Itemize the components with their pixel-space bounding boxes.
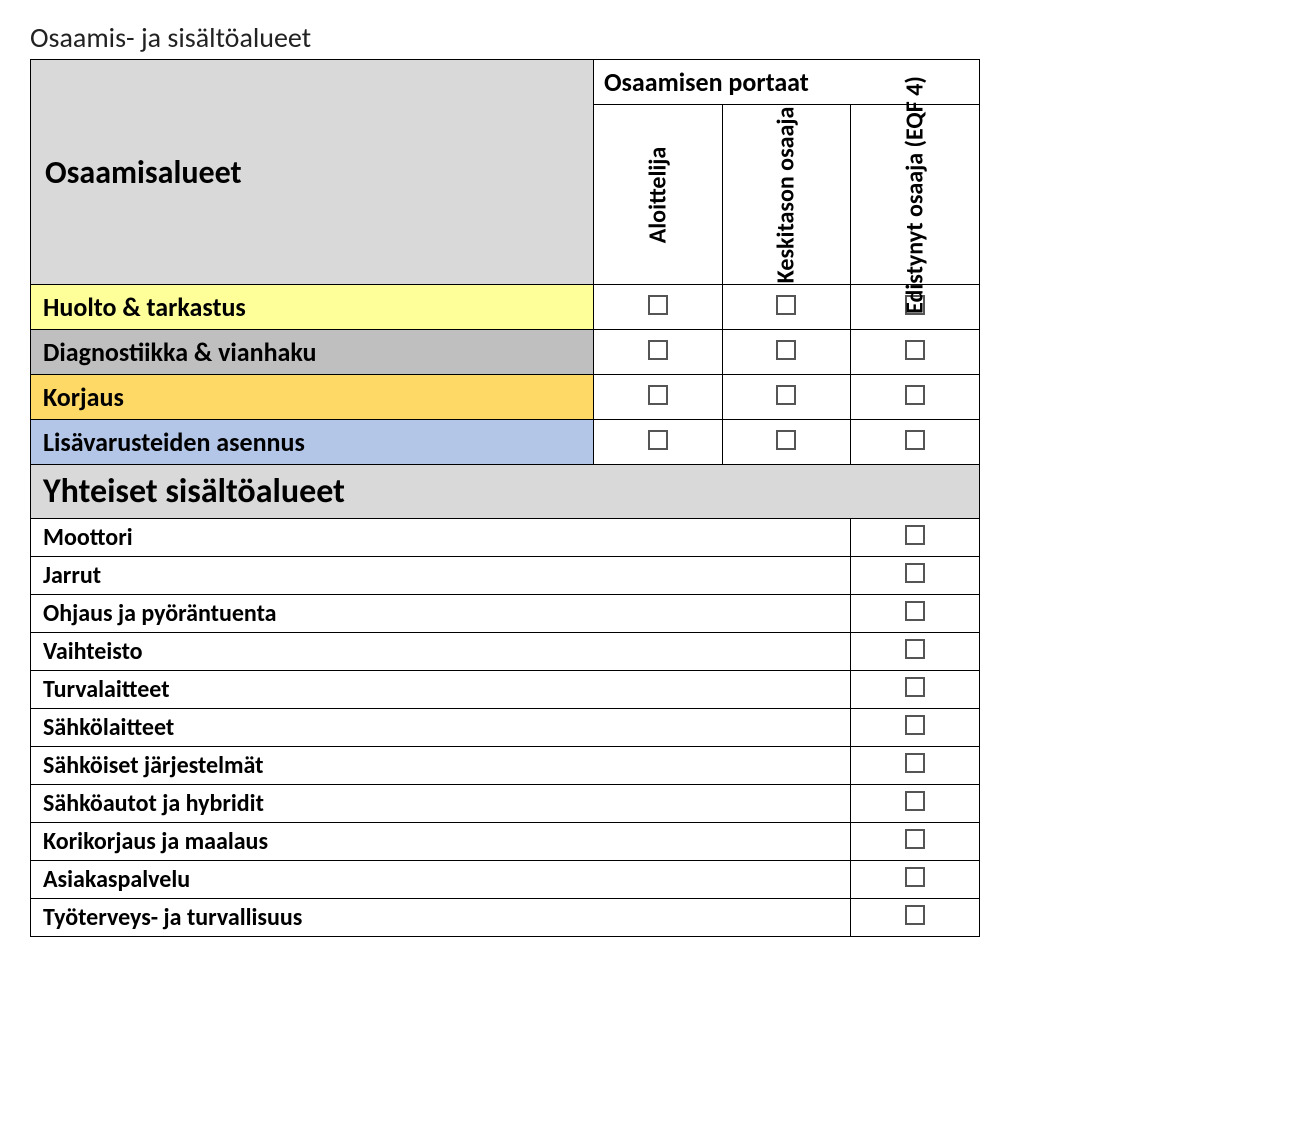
content-row-label: Ohjaus ja pyöräntuenta [31, 595, 851, 633]
checkbox-cell[interactable] [851, 557, 980, 595]
content-row-label: Korikorjaus ja maalaus [31, 823, 851, 861]
content-row-label: Vaihteisto [31, 633, 851, 671]
checkbox-cell[interactable] [851, 861, 980, 899]
checkbox-icon [648, 385, 668, 405]
checkbox-cell[interactable] [851, 899, 980, 937]
content-row-label: Sähkölaitteet [31, 709, 851, 747]
checkbox-icon [776, 430, 796, 450]
checkbox-cell[interactable] [722, 420, 851, 465]
checkbox-cell[interactable] [593, 375, 722, 420]
checkbox-icon [905, 385, 925, 405]
checkbox-icon [905, 753, 925, 773]
checkbox-icon [905, 715, 925, 735]
competence-row-label: Diagnostiikka & vianhaku [31, 330, 594, 375]
competence-row-label: Korjaus [31, 375, 594, 420]
checkbox-icon [648, 295, 668, 315]
checkbox-icon [776, 340, 796, 360]
header-col1: Aloittelija [593, 105, 722, 285]
checkbox-cell[interactable] [851, 595, 980, 633]
header-main: Osaamisalueet [31, 60, 594, 285]
checkbox-icon [905, 905, 925, 925]
content-row-label: Jarrut [31, 557, 851, 595]
checkbox-cell[interactable] [851, 375, 980, 420]
competence-row-label: Huolto & tarkastus [31, 285, 594, 330]
checkbox-cell[interactable] [851, 785, 980, 823]
header-col3: Edistynyt osaaja (EQF 4) [851, 105, 980, 285]
checkbox-cell[interactable] [593, 285, 722, 330]
content-row-label: Moottori [31, 519, 851, 557]
checkbox-icon [905, 829, 925, 849]
checkbox-cell[interactable] [851, 671, 980, 709]
content-row-label: Asiakaspalvelu [31, 861, 851, 899]
checkbox-icon [905, 525, 925, 545]
competence-table: Osaamisalueet Osaamisen portaat Aloittel… [30, 59, 980, 937]
content-row-label: Sähköiset järjestelmät [31, 747, 851, 785]
checkbox-icon [905, 430, 925, 450]
checkbox-cell[interactable] [593, 330, 722, 375]
checkbox-icon [905, 791, 925, 811]
checkbox-icon [776, 295, 796, 315]
checkbox-icon [905, 340, 925, 360]
checkbox-icon [905, 677, 925, 697]
checkbox-cell[interactable] [851, 747, 980, 785]
checkbox-cell[interactable] [851, 330, 980, 375]
header-col2: Keskitason osaaja [722, 105, 851, 285]
checkbox-cell[interactable] [722, 375, 851, 420]
content-row-label: Työterveys- ja turvallisuus [31, 899, 851, 937]
checkbox-icon [776, 385, 796, 405]
checkbox-cell[interactable] [851, 709, 980, 747]
checkbox-icon [905, 639, 925, 659]
checkbox-cell[interactable] [722, 285, 851, 330]
checkbox-cell[interactable] [851, 420, 980, 465]
content-row-label: Turvalaitteet [31, 671, 851, 709]
checkbox-icon [648, 430, 668, 450]
checkbox-cell[interactable] [851, 823, 980, 861]
checkbox-cell[interactable] [851, 519, 980, 557]
checkbox-icon [648, 340, 668, 360]
checkbox-cell[interactable] [722, 330, 851, 375]
checkbox-icon [905, 601, 925, 621]
checkbox-icon [905, 563, 925, 583]
content-row-label: Sähköautot ja hybridit [31, 785, 851, 823]
checkbox-cell[interactable] [851, 633, 980, 671]
checkbox-icon [905, 867, 925, 887]
section-header: Yhteiset sisältöalueet [31, 465, 980, 519]
checkbox-cell[interactable] [593, 420, 722, 465]
competence-row-label: Lisävarusteiden asennus [31, 420, 594, 465]
page-title: Osaamis- ja sisältöalueet [30, 20, 1264, 55]
